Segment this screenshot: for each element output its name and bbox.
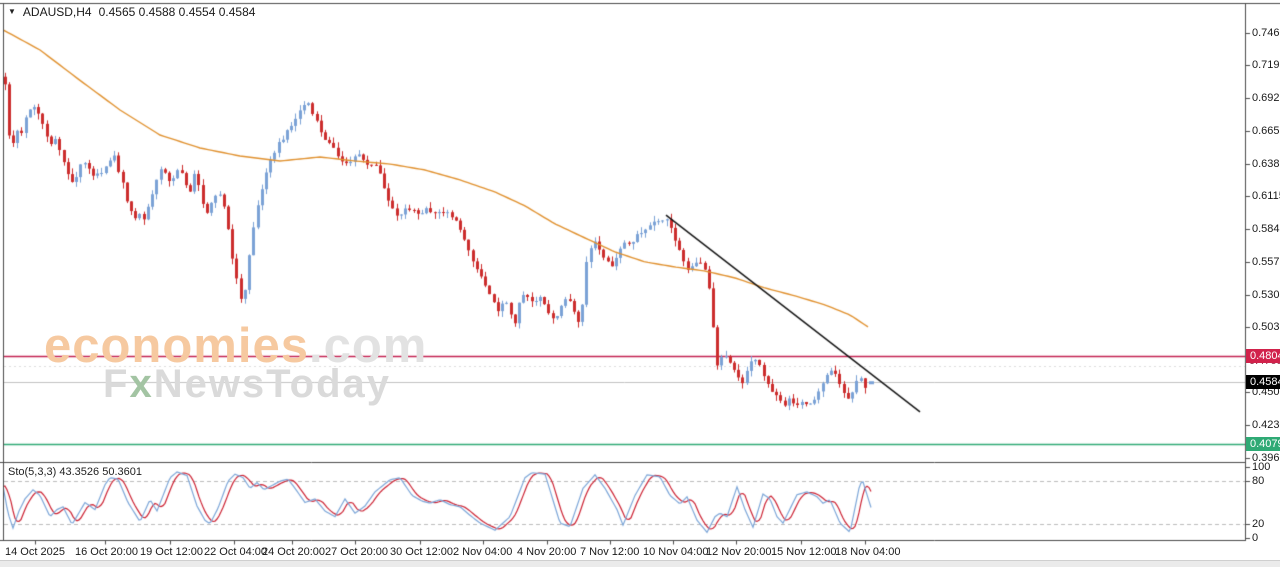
ohlc-values: 0.4565 0.4588 0.4554 0.4584 bbox=[99, 5, 256, 19]
indicator-scale-label: 20 bbox=[1252, 518, 1264, 530]
stochastic-name: Sto(5,3,3) bbox=[8, 466, 56, 478]
time-tick-label: 7 Nov 12:00 bbox=[580, 546, 639, 558]
price-tick-label: 0.7195 bbox=[1252, 59, 1280, 71]
watermark-fxnewstoday: FxNewsToday bbox=[103, 362, 391, 407]
time-tick-label: 2 Nov 04:00 bbox=[453, 546, 512, 558]
time-tick-label: 15 Nov 12:00 bbox=[771, 546, 836, 558]
window-bottom-strip bbox=[0, 560, 1280, 567]
time-tick-label: 18 Nov 04:00 bbox=[835, 546, 900, 558]
time-tick-label: 16 Oct 20:00 bbox=[75, 546, 138, 558]
price-badge-0.4079: 0.4079 bbox=[1246, 437, 1280, 451]
indicator-scale-label: 100 bbox=[1252, 461, 1270, 473]
time-tick-label: 27 Oct 20:00 bbox=[325, 546, 388, 558]
price-tick-label: 0.4230 bbox=[1252, 419, 1280, 431]
price-tick-label: 0.5305 bbox=[1252, 289, 1280, 301]
time-tick-label: 12 Nov 20:00 bbox=[706, 546, 771, 558]
stochastic-k-value: 43.3526 bbox=[59, 466, 99, 478]
price-tick-label-clipped: 0.4765 bbox=[1249, 363, 1280, 368]
time-tick-label: 24 Oct 20:00 bbox=[262, 546, 325, 558]
time-tick-label: 19 Oct 12:00 bbox=[140, 546, 203, 558]
time-tick-label: 30 Oct 12:00 bbox=[390, 546, 453, 558]
price-badge-0.4804: 0.4804 bbox=[1246, 349, 1280, 363]
price-tick-label: 0.6925 bbox=[1252, 92, 1280, 104]
time-tick-label: 4 Nov 20:00 bbox=[517, 546, 576, 558]
time-tick-label: 22 Oct 04:00 bbox=[204, 546, 267, 558]
indicator-scale-label: 0 bbox=[1252, 532, 1258, 544]
price-tick-label: 0.5575 bbox=[1252, 256, 1280, 268]
price-tick-label: 0.5845 bbox=[1252, 223, 1280, 235]
chart-window: ▼ ADAUSD,H4 0.4565 0.4588 0.4554 0.4584 … bbox=[0, 0, 1280, 567]
price-tick-label: 0.6385 bbox=[1252, 158, 1280, 170]
price-tick-label: 0.6115 bbox=[1252, 190, 1280, 202]
price-tick-label: 0.5035 bbox=[1252, 321, 1280, 333]
chart-canvas[interactable] bbox=[0, 0, 1280, 567]
price-tick-label: 0.6655 bbox=[1252, 125, 1280, 137]
stochastic-d-value: 50.3601 bbox=[102, 466, 142, 478]
time-tick-label: 14 Oct 2025 bbox=[5, 546, 65, 558]
chart-title-bar: ▼ ADAUSD,H4 0.4565 0.4588 0.4554 0.4584 bbox=[8, 5, 255, 19]
ohlc-toggle-icon[interactable]: ▼ bbox=[8, 6, 16, 18]
symbol-period-label: ADAUSD,H4 bbox=[23, 5, 92, 19]
price-badge-0.4584: 0.4584 bbox=[1246, 375, 1280, 389]
price-tick-label: 0.7460 bbox=[1252, 27, 1280, 39]
time-tick-label: 10 Nov 04:00 bbox=[643, 546, 708, 558]
stochastic-label: Sto(5,3,3) 43.3526 50.3601 bbox=[8, 466, 142, 478]
indicator-scale-label: 80 bbox=[1252, 475, 1264, 487]
